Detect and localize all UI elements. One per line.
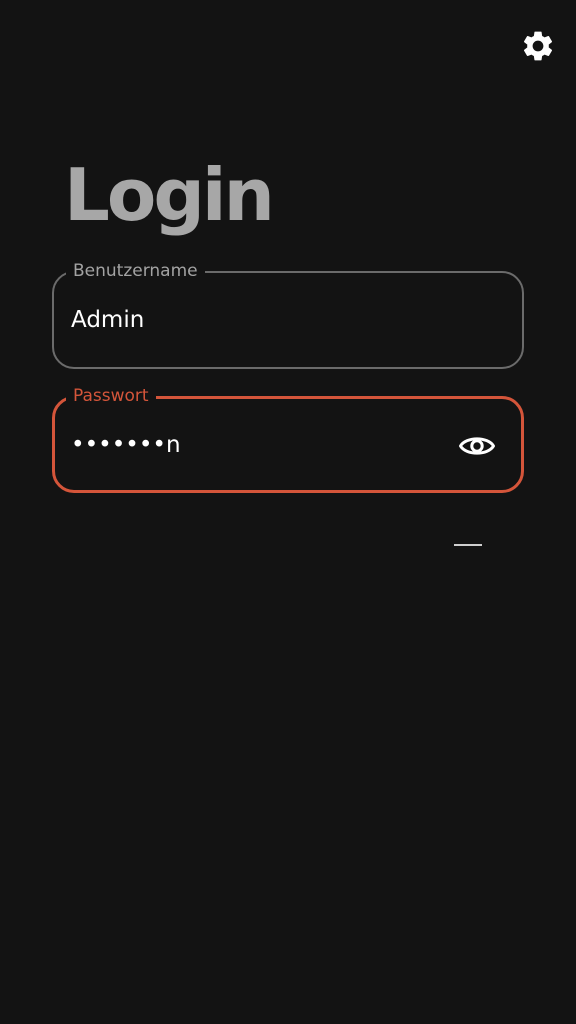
password-label: Passwort — [66, 384, 156, 408]
toggle-password-visibility-button[interactable] — [457, 429, 497, 463]
username-input[interactable] — [71, 300, 451, 340]
username-label: Benutzername — [66, 259, 205, 283]
password-input[interactable] — [71, 425, 451, 465]
password-field[interactable]: Passwort — [52, 384, 524, 493]
username-field[interactable]: Benutzername — [52, 259, 524, 369]
eye-icon — [459, 437, 495, 455]
page-title: Login — [64, 153, 275, 237]
settings-button[interactable] — [517, 25, 559, 67]
gear-icon — [523, 31, 553, 61]
login-screen: Login Benutzername Passwort — [0, 0, 576, 1024]
dash-link[interactable] — [454, 544, 482, 546]
